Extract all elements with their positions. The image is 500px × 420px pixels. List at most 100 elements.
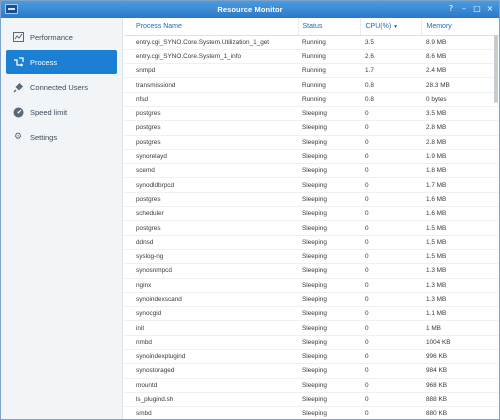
cpu-cell: 0 — [360, 249, 421, 265]
process-name-cell: postgres — [124, 192, 298, 208]
column-header-memory[interactable]: Memory — [421, 18, 499, 36]
table-row[interactable]: mountd Sleeping 0 968 KB — [124, 378, 499, 393]
vertical-scrollbar[interactable] — [494, 35, 498, 103]
table-row[interactable]: syslog-ng Sleeping 0 1.5 MB — [124, 249, 499, 265]
table-row[interactable]: synorelayd Sleeping 0 1.9 MB — [124, 149, 499, 165]
status-cell: Sleeping — [298, 135, 360, 150]
table-row[interactable]: nginx Sleeping 0 1.3 MB — [124, 278, 499, 293]
window-controls: ? – □ × — [446, 4, 495, 14]
process-name-cell: synosnmpcd — [124, 263, 298, 279]
table-row[interactable]: scheduler Sleeping 0 1.6 MB — [124, 206, 499, 222]
sidebar-item-speed-limit[interactable]: Speed limit — [6, 100, 117, 124]
memory-cell: 1.6 MB — [421, 206, 499, 222]
sidebar-item-connected-users[interactable]: Connected Users — [6, 75, 117, 99]
cpu-cell: 0 — [360, 406, 421, 419]
cpu-cell: 0 — [360, 292, 421, 308]
memory-cell: 880 KB — [421, 406, 499, 419]
process-name-cell: nfsd — [124, 92, 298, 107]
memory-cell: 888 KB — [421, 392, 499, 408]
table-row[interactable]: ls_plugind.sh Sleeping 0 888 KB — [124, 392, 499, 408]
table-row[interactable]: postgres Sleeping 0 1.6 MB — [124, 192, 499, 208]
memory-cell: 1.3 MB — [421, 278, 499, 293]
table-row[interactable]: ddnsd Sleeping 0 1.5 MB — [124, 235, 499, 250]
speedometer-icon — [12, 106, 24, 118]
help-icon[interactable]: ? — [446, 4, 456, 14]
column-header-process-name[interactable]: Process Name — [124, 18, 299, 36]
maximize-icon[interactable]: □ — [472, 4, 482, 14]
memory-cell: 2.8 MB — [421, 120, 499, 136]
minimize-icon[interactable]: – — [459, 4, 469, 14]
table-row[interactable]: entry.cgi_SYNO.Core.System_1_info Running… — [124, 49, 499, 65]
table-row[interactable]: smbd Sleeping 0 880 KB — [124, 406, 499, 419]
status-cell: Sleeping — [298, 306, 360, 322]
cpu-cell: 0 — [360, 278, 421, 293]
window-title: Resource Monitor — [217, 5, 283, 14]
process-list: Process Name Status CPU(%) ▼ Memory entry… — [124, 18, 499, 419]
gear-icon: ⚙ — [13, 132, 23, 142]
table-row[interactable]: transmissiond Running 0.8 28.3 MB — [124, 77, 499, 93]
cpu-cell: 0 — [360, 149, 421, 165]
status-cell: Sleeping — [298, 177, 360, 193]
title-bar[interactable]: Resource Monitor ? – □ × — [1, 1, 499, 18]
process-name-cell: nmbd — [124, 335, 298, 351]
table-row[interactable]: nfsd Running 0.8 0 bytes — [124, 92, 499, 107]
sidebar-item-settings[interactable]: ⚙ Settings — [6, 125, 117, 149]
status-cell: Sleeping — [298, 378, 360, 393]
cpu-cell: 0 — [360, 235, 421, 250]
cpu-cell: 0 — [360, 206, 421, 222]
memory-cell: 984 KB — [421, 363, 499, 379]
sidebar-item-label: Settings — [30, 132, 58, 142]
table-row[interactable]: synocgid Sleeping 0 1.1 MB — [124, 306, 499, 322]
table-row[interactable]: synoindexscand Sleeping 0 1.3 MB — [124, 292, 499, 308]
status-cell: Sleeping — [298, 406, 360, 419]
table-row[interactable]: snmpd Running 1.7 2.4 MB — [124, 63, 499, 79]
sidebar: Performance Process Connected Users Spee… — [1, 18, 123, 419]
table-row[interactable]: synosnmpcd Sleeping 0 1.3 MB — [124, 263, 499, 279]
table-row[interactable]: postgres Sleeping 0 3.5 MB — [124, 106, 499, 122]
close-icon[interactable]: × — [485, 4, 495, 14]
cpu-cell: 0 — [360, 163, 421, 179]
table-row[interactable]: init Sleeping 0 1 MB — [124, 320, 499, 336]
sidebar-item-performance[interactable]: Performance — [6, 25, 117, 49]
status-cell: Sleeping — [298, 249, 360, 265]
process-name-cell: synoindexplugind — [124, 349, 298, 365]
column-header-cpu[interactable]: CPU(%) ▼ — [360, 18, 422, 36]
cpu-cell: 0 — [360, 120, 421, 136]
cpu-cell: 0 — [360, 335, 421, 351]
sidebar-item-process[interactable]: Process — [6, 50, 117, 74]
sidebar-item-label: Connected Users — [30, 82, 88, 92]
memory-cell: 1.7 MB — [421, 177, 499, 193]
plug-icon — [12, 81, 24, 93]
process-table: Process Name Status CPU(%) ▼ Memory entry… — [124, 18, 499, 419]
process-name-cell: synodldbrpcd — [124, 177, 298, 193]
memory-cell: 996 KB — [421, 349, 499, 365]
table-row[interactable]: scemd Sleeping 0 1.8 MB — [124, 163, 499, 179]
process-name-cell: postgres — [124, 135, 298, 150]
status-cell: Sleeping — [298, 106, 360, 122]
cpu-cell: 1.7 — [360, 63, 421, 79]
table-row[interactable]: synoindexplugind Sleeping 0 996 KB — [124, 349, 499, 365]
memory-cell: 1.5 MB — [421, 249, 499, 265]
table-row[interactable]: synostoraged Sleeping 0 984 KB — [124, 363, 499, 379]
memory-cell: 1.5 MB — [421, 220, 499, 236]
cpu-cell: 0.8 — [360, 92, 421, 107]
memory-cell: 968 KB — [421, 378, 499, 393]
memory-cell: 1.5 MB — [421, 235, 499, 250]
process-name-cell: synorelayd — [124, 149, 298, 165]
column-header-status[interactable]: Status — [298, 18, 361, 36]
table-row[interactable]: postgres Sleeping 0 1.5 MB — [124, 220, 499, 236]
table-row[interactable]: nmbd Sleeping 0 1004 KB — [124, 335, 499, 351]
cpu-cell: 0 — [360, 378, 421, 393]
memory-cell: 2.4 MB — [421, 63, 499, 79]
process-name-cell: init — [124, 320, 298, 336]
process-name-cell: snmpd — [124, 63, 298, 79]
status-cell: Sleeping — [298, 163, 360, 179]
table-row[interactable]: postgres Sleeping 0 2.8 MB — [124, 120, 499, 136]
cpu-cell: 0 — [360, 306, 421, 322]
table-row[interactable]: postgres Sleeping 0 2.8 MB — [124, 135, 499, 150]
table-row[interactable]: synodldbrpcd Sleeping 0 1.7 MB — [124, 177, 499, 193]
performance-chart-icon — [12, 31, 24, 43]
memory-cell: 1.3 MB — [421, 263, 499, 279]
table-row[interactable]: entry.cgi_SYNO.Core.System.Utilization_1… — [124, 35, 499, 50]
status-cell: Sleeping — [298, 278, 360, 293]
